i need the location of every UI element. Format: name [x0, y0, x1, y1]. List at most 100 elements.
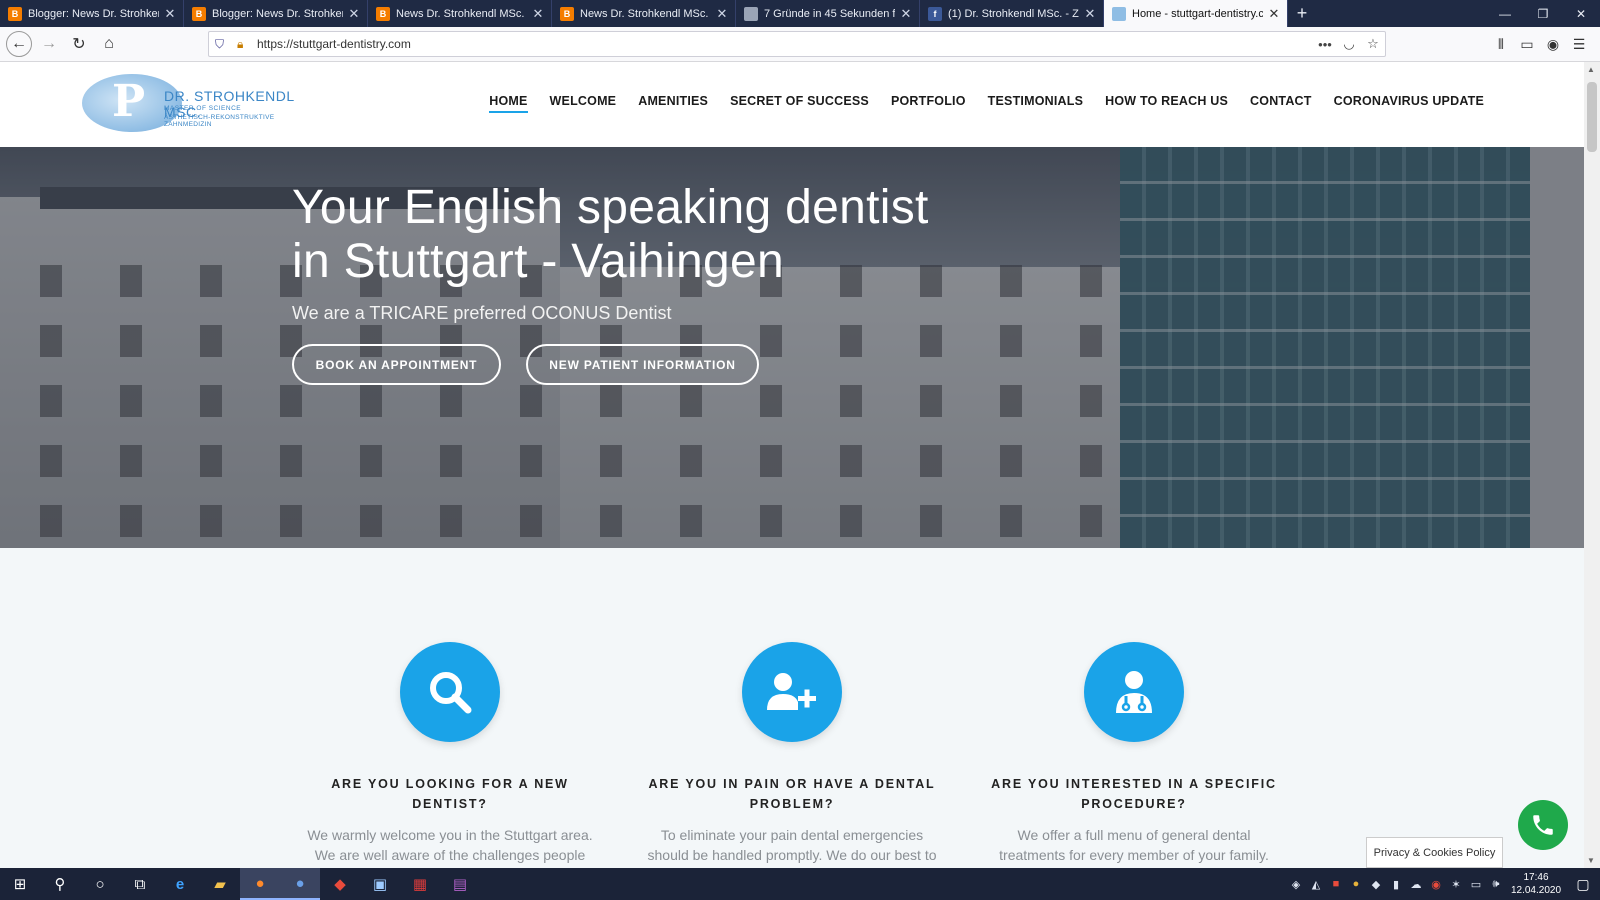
close-icon[interactable]: ✕ — [531, 6, 545, 22]
app-icon[interactable]: ▦ — [400, 868, 440, 900]
clock-time: 17:46 — [1523, 872, 1549, 883]
tray-icon[interactable]: ▮ — [1386, 878, 1406, 891]
tray-icon[interactable]: ◈ — [1286, 878, 1306, 891]
sidebar-icon[interactable]: ▭ — [1514, 31, 1540, 57]
menu-icon[interactable]: ☰ — [1566, 31, 1592, 57]
shield-icon[interactable]: ⛉ — [215, 37, 229, 52]
restore-button[interactable]: ❐ — [1524, 0, 1562, 27]
search-icon[interactable] — [400, 642, 500, 742]
page-scrollbar[interactable]: ▲ ▼ — [1584, 62, 1600, 868]
doctor-icon[interactable] — [1084, 642, 1184, 742]
more-icon[interactable]: ••• — [1313, 37, 1337, 52]
bookmark-star-icon[interactable]: ☆ — [1361, 36, 1385, 52]
nav-testimonials[interactable]: TESTIMONIALS — [988, 94, 1083, 113]
windows-start-icon[interactable]: ⊞ — [0, 868, 40, 900]
feature-text: We warmly welcome you in the Stuttgart a… — [307, 827, 593, 863]
nav-coronavirus-update[interactable]: CORONAVIRUS UPDATE — [1334, 94, 1484, 113]
close-icon[interactable]: ✕ — [163, 6, 177, 22]
lock-icon[interactable]: 🔒︎ — [237, 37, 251, 52]
nav-how-to-reach-us[interactable]: HOW TO REACH US — [1105, 94, 1228, 113]
new-patient-information-button[interactable]: NEW PATIENT INFORMATION — [526, 344, 759, 385]
clock-date: 12.04.2020 — [1510, 885, 1562, 896]
address-bar[interactable]: ⛉ 🔒︎ https://stuttgart-dentistry.com •••… — [208, 31, 1386, 57]
close-icon[interactable]: ✕ — [1267, 6, 1281, 22]
tray-icon[interactable]: ◭ — [1306, 878, 1326, 891]
firefox-icon[interactable]: ● — [240, 868, 280, 900]
search-icon[interactable]: ⚲ — [40, 868, 80, 900]
browser-tab[interactable]: f (1) Dr. Strohkendl MSc. - Zahn ✕ — [920, 0, 1104, 27]
screen: B Blogger: News Dr. Strohkendl M ✕ B Blo… — [0, 0, 1600, 900]
feature-heading: ARE YOU IN PAIN OR HAVE A DENTAL PROBLEM… — [648, 777, 936, 811]
app-icon[interactable]: ◆ — [320, 868, 360, 900]
facebook-icon: f — [928, 6, 942, 21]
privacy-cookies-button[interactable]: Privacy & Cookies Policy — [1366, 837, 1503, 868]
close-icon[interactable]: ✕ — [1083, 6, 1097, 22]
tray-icon[interactable]: ◉ — [1426, 878, 1446, 891]
close-icon[interactable]: ✕ — [715, 6, 729, 22]
feature-text: We offer a full menu of general dental t… — [999, 827, 1269, 863]
new-tab-button[interactable]: + — [1288, 0, 1316, 27]
file-explorer-icon[interactable]: ▰ — [200, 868, 240, 900]
scroll-down-icon[interactable]: ▼ — [1587, 856, 1595, 865]
tray-icon[interactable]: ✶ — [1446, 878, 1466, 891]
browser-tab-active[interactable]: Home - stuttgart-dentistry.con ✕ — [1104, 0, 1288, 27]
cortana-icon[interactable]: ○ — [80, 868, 120, 900]
logo-monogram: P — [112, 76, 146, 127]
thunderbird-icon[interactable]: ● — [280, 868, 320, 900]
onenote-icon[interactable]: ▤ — [440, 868, 480, 900]
window-controls: — ❐ ✕ — [1486, 0, 1600, 27]
feature-card: ARE YOU INTERESTED IN A SPECIFIC PROCEDU… — [984, 642, 1284, 865]
network-icon[interactable]: ▭ — [1466, 878, 1486, 891]
nav-secret-of-success[interactable]: SECRET OF SUCCESS — [730, 94, 869, 113]
logo-subtitle: ÄSTHETISCH-REKONSTRUKTIVE ZAHNMEDIZIN — [164, 114, 275, 128]
tab-title: Blogger: News Dr. Strohkendl M — [212, 7, 343, 20]
browser-tab[interactable]: B News Dr. Strohkendl MSc. Zahn ✕ — [552, 0, 736, 27]
site-logo[interactable]: P DR. STROHKENDL MSC. MASTER OF SCIENCE … — [82, 72, 322, 134]
system-clock[interactable]: 17:46 12.04.2020 — [1506, 871, 1566, 897]
notification-icon[interactable]: ▢ — [1566, 876, 1600, 893]
user-plus-icon[interactable] — [742, 642, 842, 742]
tray-icon[interactable]: ◆ — [1366, 878, 1386, 891]
book-appointment-button[interactable]: BOOK AN APPOINTMENT — [292, 344, 501, 385]
tab-title: News Dr. Strohkendl MSc. Zahn — [396, 7, 527, 20]
nav-portfolio[interactable]: PORTFOLIO — [891, 94, 966, 113]
tray-icon[interactable]: ● — [1346, 878, 1366, 890]
browser-tab[interactable]: B News Dr. Strohkendl MSc. Zahn ✕ — [368, 0, 552, 27]
scrollbar-thumb[interactable] — [1587, 82, 1597, 152]
browser-toolbar: ← → ↻ ⌂ ⛉ 🔒︎ https://stuttgart-dentistry… — [0, 27, 1600, 62]
nav-contact[interactable]: CONTACT — [1250, 94, 1312, 113]
close-icon[interactable]: ✕ — [347, 6, 361, 22]
nav-home[interactable]: HOME — [489, 94, 528, 113]
close-window-button[interactable]: ✕ — [1562, 0, 1600, 27]
tab-title: Home - stuttgart-dentistry.con — [1132, 7, 1263, 20]
scroll-up-icon[interactable]: ▲ — [1587, 65, 1595, 74]
account-icon[interactable]: ◉ — [1540, 31, 1566, 57]
tray-icon[interactable]: ■ — [1326, 878, 1346, 890]
home-button[interactable]: ⌂ — [96, 31, 122, 57]
close-icon[interactable]: ✕ — [899, 6, 913, 22]
cloud-icon[interactable]: ☁ — [1406, 878, 1426, 891]
hero-title-line: in Stuttgart - Vaihingen — [292, 235, 784, 288]
nav-amenities[interactable]: AMENITIES — [638, 94, 708, 113]
tab-title: Blogger: News Dr. Strohkendl M — [28, 7, 159, 20]
minimize-button[interactable]: — — [1486, 0, 1524, 27]
pocket-icon[interactable]: ◡ — [1337, 36, 1361, 52]
blogger-icon: B — [560, 6, 574, 21]
back-button[interactable]: ← — [6, 31, 32, 57]
blogger-icon: B — [192, 6, 206, 21]
library-icon[interactable]: ⫴ — [1488, 31, 1514, 57]
reload-button[interactable]: ↻ — [66, 31, 92, 57]
url-text[interactable]: https://stuttgart-dentistry.com — [257, 37, 1313, 51]
task-view-icon[interactable]: ⧉ — [120, 868, 160, 900]
browser-tab[interactable]: B Blogger: News Dr. Strohkendl M ✕ — [0, 0, 184, 27]
site-icon — [1112, 6, 1126, 21]
edge-icon[interactable]: e — [160, 868, 200, 900]
forward-button[interactable]: → — [36, 31, 62, 57]
call-button[interactable] — [1518, 800, 1568, 850]
volume-icon[interactable]: 🕪︎ — [1486, 878, 1506, 891]
nav-welcome[interactable]: WELCOME — [550, 94, 617, 113]
app-icon[interactable]: ▣ — [360, 868, 400, 900]
tab-title: 7 Gründe in 45 Sekunden fü — [764, 7, 895, 20]
browser-tab[interactable]: B Blogger: News Dr. Strohkendl M ✕ — [184, 0, 368, 27]
browser-tab[interactable]: 7 Gründe in 45 Sekunden fü ✕ — [736, 0, 920, 27]
